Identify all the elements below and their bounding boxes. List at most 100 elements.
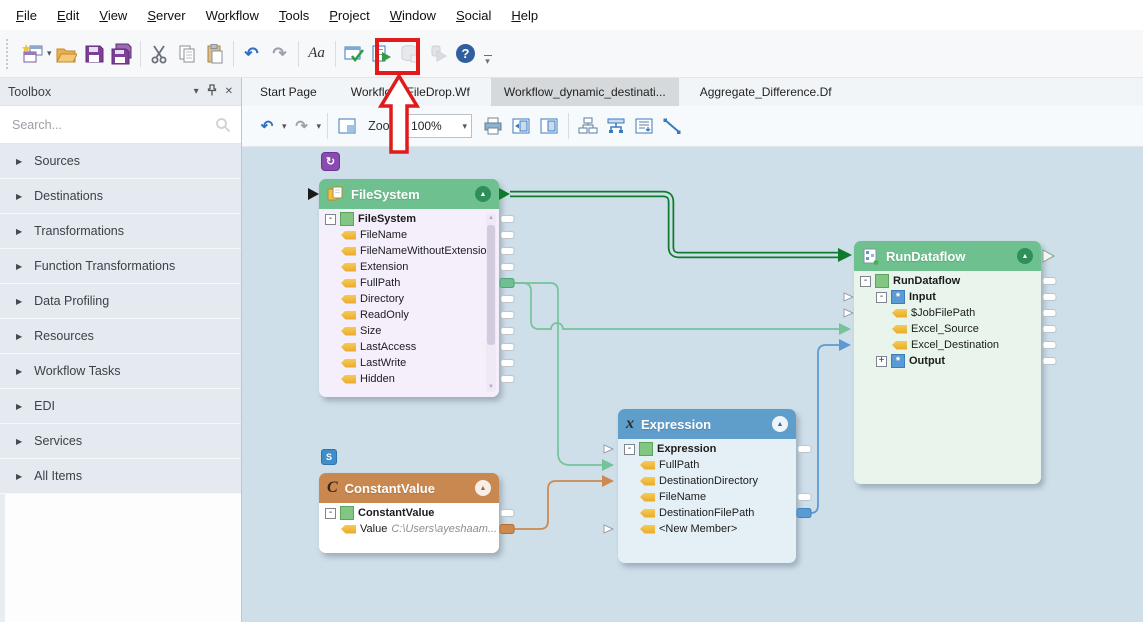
window-position-caret-icon[interactable]: ▾ — [194, 86, 199, 97]
node-filesystem[interactable]: FileSystem ▲ - * FileSystem — [319, 179, 499, 397]
port-stub-connected[interactable] — [797, 509, 811, 518]
designer-redo-button[interactable]: ↷ — [289, 113, 315, 139]
zoom-select[interactable]: 100% ▾ — [406, 114, 472, 138]
port-stub[interactable] — [501, 376, 514, 383]
port-stub[interactable] — [798, 494, 811, 501]
tree-row[interactable]: * FileName — [618, 489, 796, 505]
menu-item[interactable]: File — [6, 4, 47, 27]
port-stub[interactable] — [501, 344, 514, 351]
menu-item[interactable]: View — [89, 4, 137, 27]
link-destination-filepath[interactable] — [811, 339, 851, 513]
port-stub-connected[interactable] — [500, 525, 514, 534]
menu-item[interactable]: Project — [319, 4, 379, 27]
scroll-up-icon[interactable]: ▲ — [486, 213, 496, 223]
paste-button[interactable] — [201, 40, 229, 68]
document-tab[interactable]: Workflow_dynamic_destinati... — [491, 78, 679, 106]
port-stub[interactable] — [798, 446, 811, 453]
tree-row[interactable]: * Size — [319, 323, 499, 339]
help-button[interactable]: ? — [452, 40, 480, 68]
document-tab[interactable]: Aggregate_Difference.Df — [687, 78, 845, 106]
node-expression-header[interactable]: x Expression ▲ — [618, 409, 796, 439]
collapse-node-button[interactable]: ▲ — [1017, 248, 1033, 264]
workflow-link-filesystem-rundataflow[interactable] — [499, 188, 852, 262]
rundataflow-output-port[interactable] — [1043, 250, 1054, 262]
node-constantvalue-header[interactable]: C ConstantValue ▲ — [319, 473, 499, 503]
menu-item[interactable]: Window — [380, 4, 446, 27]
menu-item[interactable]: Server — [137, 4, 195, 27]
link-constant-value[interactable] — [514, 475, 614, 529]
port-stub[interactable] — [501, 510, 514, 517]
port-stub[interactable] — [1043, 342, 1056, 349]
tree-row[interactable]: * FileNameWithoutExtension — [319, 243, 499, 259]
redo-button[interactable]: ↷ — [266, 40, 294, 68]
tree-row[interactable]: * Excel_Destination — [854, 337, 1041, 353]
tree-row[interactable]: * LastAccess — [319, 339, 499, 355]
expand-all-button[interactable] — [508, 113, 534, 139]
port-stub[interactable] — [1043, 358, 1056, 365]
node-constantvalue[interactable]: C ConstantValue ▲ - * ConstantValue — [319, 473, 499, 553]
tree-row[interactable]: * DestinationFilePath — [618, 505, 796, 521]
node-filesystem-header[interactable]: FileSystem ▲ — [319, 179, 499, 209]
tree-row[interactable]: * $JobFilePath — [854, 305, 1041, 321]
new-dropdown-caret[interactable]: ▾ — [47, 49, 52, 58]
toolbox-search-input[interactable] — [10, 117, 215, 133]
tree-row[interactable]: * LastWrite — [319, 355, 499, 371]
document-tab[interactable]: Start Page — [247, 78, 330, 106]
start-workflow-button[interactable] — [368, 40, 396, 68]
port-stub[interactable] — [501, 232, 514, 239]
collapse-all-button[interactable] — [536, 113, 562, 139]
menu-item[interactable]: Help — [501, 4, 548, 27]
toolbox-category[interactable]: ▶ Sources — [0, 144, 241, 179]
save-button[interactable] — [80, 40, 108, 68]
port-stub[interactable] — [1043, 326, 1056, 333]
auto-layout-vertical-button[interactable] — [603, 113, 629, 139]
port-stub[interactable] — [501, 264, 514, 271]
collapse-node-button[interactable]: ▲ — [475, 186, 491, 202]
tree-row[interactable]: * Extension — [319, 259, 499, 275]
toolbox-category[interactable]: ▶ Destinations — [0, 179, 241, 214]
tree-row[interactable]: * FullPath — [319, 275, 499, 291]
undo-button[interactable]: ↶ — [238, 40, 266, 68]
font-button[interactable]: Aa — [303, 40, 331, 68]
expander-icon[interactable]: - — [860, 276, 871, 287]
tree-row[interactable]: * <New Member> — [618, 521, 796, 537]
document-tab[interactable]: Workflow_FileDrop.Wf — [338, 78, 483, 106]
menu-item[interactable]: Workflow — [196, 4, 269, 27]
expander-icon[interactable]: - — [325, 214, 336, 225]
expander-icon[interactable]: - — [325, 508, 336, 519]
collapse-node-button[interactable]: ▲ — [772, 416, 788, 432]
deploy-button[interactable] — [424, 40, 452, 68]
tree-row[interactable]: - * Input — [854, 289, 1041, 305]
open-button[interactable] — [52, 40, 80, 68]
port-stub[interactable] — [501, 216, 514, 223]
scrollbar[interactable]: ▲ ▼ — [486, 213, 496, 392]
job-monitor-button[interactable] — [396, 40, 424, 68]
tree-row[interactable]: * FullPath — [618, 457, 796, 473]
tree-row[interactable]: * ReadOnly — [319, 307, 499, 323]
toolbox-category[interactable]: ▶ Function Transformations — [0, 249, 241, 284]
scrollbar-thumb[interactable] — [487, 225, 495, 345]
expander-icon[interactable]: - — [876, 292, 887, 303]
toolbar-options-button[interactable]: ▾ — [484, 55, 492, 67]
port-stub-connected[interactable] — [500, 279, 514, 288]
save-all-button[interactable] — [108, 40, 136, 68]
cut-button[interactable] — [145, 40, 173, 68]
scroll-down-icon[interactable]: ▼ — [486, 382, 496, 392]
copy-button[interactable] — [173, 40, 201, 68]
pin-icon[interactable] — [207, 84, 217, 99]
toolbox-category[interactable]: ▶ EDI — [0, 389, 241, 424]
expander-icon[interactable]: + — [876, 356, 887, 367]
port-stub[interactable] — [1043, 310, 1056, 317]
print-button[interactable] — [480, 113, 506, 139]
straight-links-button[interactable] — [659, 113, 685, 139]
toolbox-category[interactable]: ▶ Resources — [0, 319, 241, 354]
port-stub[interactable] — [1043, 294, 1056, 301]
port-stub[interactable] — [501, 328, 514, 335]
input-port[interactable] — [844, 293, 853, 301]
node-rundataflow[interactable]: RunDataflow ▲ - * RunDataflow — [854, 241, 1041, 484]
tree-row[interactable]: + * Output — [854, 353, 1041, 369]
input-port[interactable] — [844, 309, 853, 317]
layout-list-button[interactable] — [631, 113, 657, 139]
node-rundataflow-header[interactable]: RunDataflow ▲ — [854, 241, 1041, 271]
tree-row[interactable]: * Value C:\Users\ayeshaam... — [319, 521, 499, 537]
